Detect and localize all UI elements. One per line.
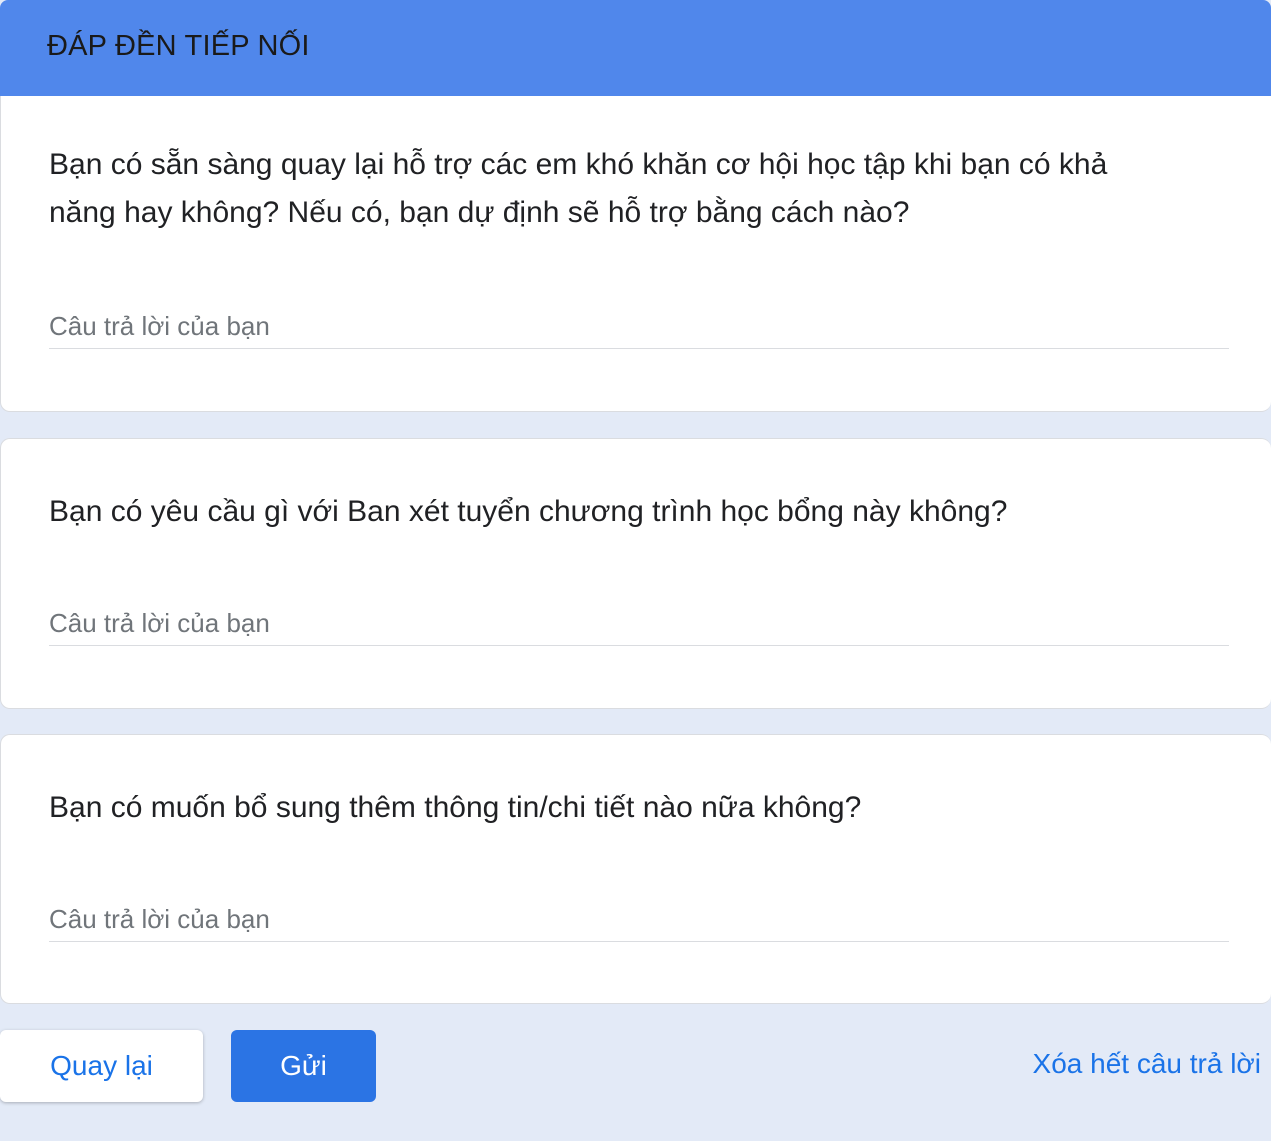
- question-text-2: Bạn có yêu cầu gì với Ban xét tuyển chươ…: [49, 495, 1008, 528]
- answer-input-1[interactable]: [49, 306, 1229, 346]
- question-card-1: Bạn có sẵn sàng quay lại hỗ trợ các em k…: [0, 96, 1271, 412]
- answer-input-2[interactable]: [49, 603, 1229, 643]
- question-card-2: Bạn có yêu cầu gì với Ban xét tuyển chươ…: [0, 438, 1271, 709]
- question-text-1: Bạn có sẵn sàng quay lại hỗ trợ các em k…: [49, 148, 1108, 229]
- clear-answers-link[interactable]: Xóa hết câu trả lời: [1033, 1048, 1261, 1080]
- submit-button[interactable]: Gửi: [231, 1030, 376, 1102]
- answer-field-1-wrapper: [49, 306, 1229, 349]
- answer-field-3-wrapper: [49, 899, 1229, 942]
- question-text-3: Bạn có muốn bổ sung thêm thông tin/chi t…: [49, 791, 862, 824]
- section-header: ĐÁP ĐỀN TIẾP NỐI: [0, 0, 1271, 96]
- section-title: ĐÁP ĐỀN TIẾP NỐI: [47, 30, 310, 62]
- answer-input-3[interactable]: [49, 899, 1229, 939]
- back-button[interactable]: Quay lại: [0, 1030, 203, 1102]
- question-card-3: Bạn có muốn bổ sung thêm thông tin/chi t…: [0, 734, 1271, 1004]
- answer-field-2-wrapper: [49, 603, 1229, 646]
